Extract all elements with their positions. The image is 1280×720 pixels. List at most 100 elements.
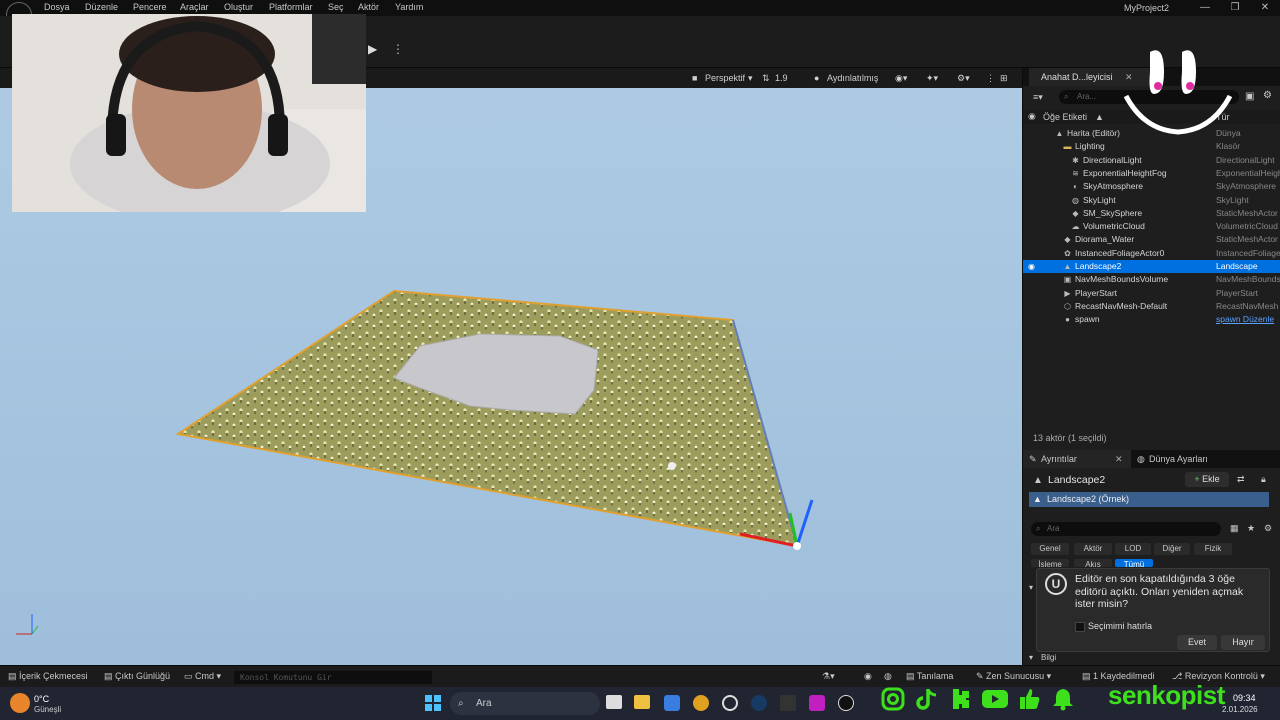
outliner-row[interactable]: ◆ Diorama_Water StaticMeshActor bbox=[1023, 233, 1280, 246]
layout-icon[interactable]: ⊞ bbox=[1000, 71, 1008, 85]
filter-akis[interactable]: Akış bbox=[1074, 559, 1112, 567]
checkbox-icon[interactable] bbox=[1075, 621, 1085, 632]
menu-araclar[interactable]: Araçlar bbox=[180, 2, 209, 12]
notice-text: Editör en son kapatıldığında 3 öğe editö… bbox=[1075, 573, 1244, 610]
filter-icon[interactable]: ≡▾ bbox=[1033, 92, 1043, 103]
details-search-input[interactable]: ⌕ Ara bbox=[1031, 522, 1221, 536]
favorite-icon[interactable]: ★ bbox=[1247, 523, 1255, 534]
filter-isleme[interactable]: İşleme bbox=[1031, 559, 1069, 567]
filter-lod[interactable]: LOD bbox=[1115, 543, 1151, 555]
instance-row[interactable]: ▲ Landscape2 (Örnek) bbox=[1029, 492, 1269, 507]
outliner-row[interactable]: ▶ PlayerStart PlayerStart bbox=[1023, 287, 1280, 300]
outliner-row[interactable]: ☁ VolumetricCloud VolumetricCloud bbox=[1023, 220, 1280, 233]
grid-view-icon[interactable]: ▦ bbox=[1230, 523, 1239, 534]
outliner-row[interactable]: ▣ NavMeshBoundsVolume NavMeshBounds bbox=[1023, 273, 1280, 286]
object-name: Landscape2 bbox=[1048, 474, 1106, 486]
task-view-icon[interactable] bbox=[606, 695, 622, 709]
no-button[interactable]: Hayır bbox=[1221, 635, 1265, 650]
outliner-row[interactable]: ▬ Lighting Klasör bbox=[1023, 140, 1280, 153]
outliner-row-type[interactable]: spawn Düzenle bbox=[1216, 313, 1280, 326]
outliner-row[interactable]: ◉ ▲ Landscape2 Landscape bbox=[1023, 260, 1280, 273]
taskbar-search[interactable]: ⌕ Ara bbox=[450, 692, 600, 715]
details-settings-icon[interactable]: ⚙ bbox=[1264, 523, 1272, 534]
outliner-row-type: NavMeshBounds bbox=[1216, 274, 1280, 285]
youtube-icon bbox=[980, 684, 1010, 714]
output-log-button[interactable]: ▤ Çıktı Günlüğü bbox=[104, 671, 170, 682]
close-icon[interactable]: ✕ bbox=[1250, 0, 1280, 16]
landscape-icon: ▲ bbox=[1063, 262, 1072, 271]
outliner-row-type: StaticMeshActor bbox=[1216, 234, 1278, 245]
filter-tumu[interactable]: Tümü bbox=[1115, 559, 1153, 567]
outliner-row[interactable]: ◆ SM_SkySphere StaticMeshActor bbox=[1023, 207, 1280, 220]
pencil-icon: ✎ bbox=[1029, 454, 1037, 464]
filter-diger[interactable]: Diğer bbox=[1154, 543, 1190, 555]
tiktok-icon bbox=[912, 684, 942, 714]
restore-icon[interactable]: ❐ bbox=[1220, 0, 1250, 16]
menu-aktor[interactable]: Aktör bbox=[358, 2, 379, 12]
minimize-icon[interactable]: — bbox=[1190, 0, 1220, 16]
yes-button[interactable]: Evet bbox=[1177, 635, 1217, 650]
close-tab-icon[interactable]: ✕ bbox=[1115, 450, 1123, 468]
add-component-button[interactable]: + Ekle bbox=[1185, 472, 1229, 487]
console-input[interactable]: Konsol Komutunu Gir bbox=[234, 671, 432, 684]
outliner-row-type: SkyAtmosphere bbox=[1216, 181, 1276, 192]
outliner-row[interactable]: ● spawn spawn Düzenle bbox=[1023, 313, 1280, 326]
github-icon[interactable] bbox=[722, 695, 738, 711]
filter-aktor[interactable]: Aktör bbox=[1074, 543, 1112, 555]
menu-yardim[interactable]: Yardım bbox=[395, 2, 423, 12]
info-expand-icon[interactable]: ▾ bbox=[1029, 653, 1033, 662]
outliner-row-label: SkyLight bbox=[1083, 194, 1116, 205]
unreal-taskbar-icon[interactable] bbox=[838, 695, 854, 711]
weather-icon[interactable] bbox=[10, 693, 30, 713]
play-icon[interactable]: ▶ bbox=[368, 42, 377, 56]
epic-games-icon[interactable] bbox=[780, 695, 796, 711]
fov-value[interactable]: 1.9 bbox=[775, 71, 788, 85]
menu-pencere[interactable]: Pencere bbox=[133, 2, 167, 12]
tab-details[interactable]: ✎ Ayrıntılar ✕ bbox=[1023, 450, 1131, 468]
file-explorer-icon[interactable] bbox=[634, 695, 650, 709]
visibility-icon[interactable]: ◉ bbox=[1027, 262, 1036, 271]
outliner-row-type: Klasör bbox=[1216, 141, 1241, 152]
tab-world-settings[interactable]: ◍ Dünya Ayarları bbox=[1135, 450, 1255, 468]
outliner-row-label: Harita (Editör) bbox=[1067, 128, 1120, 138]
chrome-icon[interactable] bbox=[693, 695, 709, 711]
more-options-icon[interactable]: ⋮ bbox=[392, 42, 404, 56]
windows-start-icon[interactable] bbox=[425, 695, 441, 711]
menu-dosya[interactable]: Dosya bbox=[44, 2, 70, 12]
cmd-dropdown[interactable]: ▭ Cmd ▾ bbox=[184, 671, 221, 682]
more-icon[interactable]: ⋮ bbox=[986, 71, 995, 85]
filter-genel[interactable]: Genel bbox=[1031, 543, 1069, 555]
add-folder-icon[interactable]: ▣ bbox=[1245, 91, 1254, 102]
store-icon[interactable] bbox=[664, 695, 680, 711]
col-label-header[interactable]: Öğe Etiketi bbox=[1043, 112, 1087, 122]
record-icon[interactable]: ◉ bbox=[864, 671, 872, 682]
remember-choice-checkbox[interactable]: Seçimimi hatırla bbox=[1075, 621, 1152, 632]
menu-duzenle[interactable]: Düzenle bbox=[85, 2, 118, 12]
plus-icon: + bbox=[1194, 474, 1200, 484]
map-icon: ▲ bbox=[1055, 129, 1064, 138]
outliner-row[interactable]: ⬡ RecastNavMesh-Default RecastNavMesh bbox=[1023, 300, 1280, 313]
obs-icon[interactable] bbox=[809, 695, 825, 711]
menu-olustur[interactable]: Oluştur bbox=[224, 2, 253, 12]
show-icon[interactable]: ◉▾ bbox=[895, 71, 907, 85]
steam-icon[interactable] bbox=[751, 695, 767, 711]
outliner-row[interactable]: ≋ ExponentialHeightFog ExponentialHeigh bbox=[1023, 167, 1280, 180]
outliner-settings-icon[interactable]: ⚙ bbox=[1263, 90, 1272, 101]
transform-icon[interactable]: ✦▾ bbox=[926, 71, 938, 85]
settings-icon[interactable]: ⚙▾ bbox=[957, 71, 970, 85]
content-drawer-button[interactable]: ▤ İçerik Çekmecesi bbox=[8, 671, 88, 682]
blueprint-icon[interactable]: ⇄ bbox=[1237, 474, 1245, 485]
lock-icon[interactable]: 🔒︎ bbox=[1261, 474, 1266, 485]
outliner-row[interactable]: ◐ SkyAtmosphere SkyAtmosphere bbox=[1023, 180, 1280, 193]
menu-platformlar[interactable]: Platformlar bbox=[269, 2, 313, 12]
trace-icon[interactable]: ⚗▾ bbox=[822, 671, 835, 682]
outliner-row[interactable]: ◍ SkyLight SkyLight bbox=[1023, 194, 1280, 207]
outliner-row[interactable]: ✿ InstancedFoliageActor0 InstancedFoliage bbox=[1023, 247, 1280, 260]
filter-fizik[interactable]: Fizik bbox=[1194, 543, 1232, 555]
lighting-dropdown[interactable]: Aydınlatılmış bbox=[827, 71, 878, 85]
collapse-icon[interactable]: ▾ bbox=[1029, 583, 1033, 592]
volume-icon: ▣ bbox=[1063, 275, 1072, 285]
outliner-row[interactable]: ✱ DirectionalLight DirectionalLight bbox=[1023, 154, 1280, 167]
menu-sec[interactable]: Seç bbox=[328, 2, 344, 12]
perspective-dropdown[interactable]: Perspektif bbox=[705, 71, 745, 85]
